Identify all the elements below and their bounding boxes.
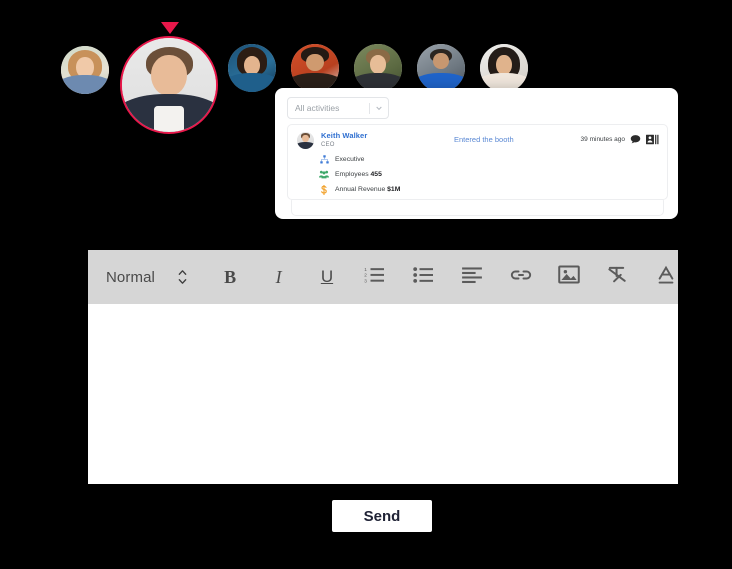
avatar-photo <box>122 38 216 132</box>
contact-card-icon[interactable] <box>646 134 659 145</box>
avatar-2-speaker[interactable] <box>120 36 218 134</box>
avatar-7[interactable] <box>480 44 528 92</box>
svg-text:2: 2 <box>365 272 368 277</box>
avatar-photo <box>354 44 402 92</box>
clear-format-button[interactable] <box>605 261 629 293</box>
align-left-icon <box>461 266 483 289</box>
bold-button[interactable]: B <box>218 261 242 293</box>
message-input[interactable] <box>88 304 678 484</box>
fact-executive: Executive <box>318 152 400 167</box>
link-button[interactable] <box>508 261 532 293</box>
activity-filter-select[interactable]: All activities <box>287 97 389 119</box>
svg-text:1: 1 <box>365 266 368 271</box>
send-button[interactable]: Send <box>332 500 432 532</box>
avatar-2-speaker-wrap <box>120 22 220 136</box>
people-icon <box>318 170 330 179</box>
avatar-photo <box>228 44 276 92</box>
activity-person: Keith Walker CEO <box>297 132 367 149</box>
fact-label-text: Employees <box>335 171 369 178</box>
activity-timestamp: 39 minutes ago <box>580 136 625 143</box>
avatar-photo <box>480 44 528 92</box>
avatar-3[interactable] <box>228 44 276 92</box>
fact-annual-revenue: Annual Revenue $1M <box>318 182 400 197</box>
activity-card[interactable]: Keith Walker CEO Entered the booth 39 mi… <box>287 124 668 200</box>
stepper-updown-icon[interactable] <box>177 261 188 293</box>
avatar-photo <box>417 44 465 92</box>
avatar-5[interactable] <box>354 44 402 92</box>
fact-label: Annual Revenue $1M <box>335 186 400 193</box>
bullet-list-icon <box>413 266 435 289</box>
avatar-4[interactable] <box>291 44 339 92</box>
chevron-down-icon <box>370 104 388 112</box>
avatar-photo <box>61 46 109 94</box>
activity-meta: 39 minutes ago <box>581 134 659 145</box>
underline-button[interactable]: U <box>315 261 339 293</box>
fact-employees: Employees 455 <box>318 167 400 182</box>
avatar-6[interactable] <box>417 44 465 92</box>
fact-value: 455 <box>370 171 382 178</box>
fact-label: Employees 455 <box>335 171 382 178</box>
ordered-list-button[interactable]: 1 2 3 <box>363 261 387 293</box>
ordered-list-icon: 1 2 3 <box>364 266 386 289</box>
image-icon <box>558 265 580 289</box>
avatar-1[interactable] <box>61 46 109 94</box>
fact-label: Executive <box>335 156 365 163</box>
dollar-icon <box>318 184 330 195</box>
text-color-button[interactable] <box>654 261 678 293</box>
link-icon <box>510 268 532 287</box>
text-color-icon <box>656 265 676 290</box>
chat-bubble-icon[interactable] <box>630 134 641 145</box>
message-editor: Normal B I U 1 2 3 <box>88 250 678 484</box>
avatar <box>297 132 314 149</box>
style-dropdown-label[interactable]: Normal <box>106 261 155 293</box>
svg-text:3: 3 <box>365 278 368 283</box>
italic-button[interactable]: I <box>266 261 290 293</box>
avatar-photo <box>291 44 339 92</box>
activity-panel: All activities Keith Walker CEO Entered … <box>275 88 678 219</box>
align-left-button[interactable] <box>460 261 484 293</box>
fact-value: $1M <box>387 186 401 193</box>
person-name: Keith Walker <box>321 131 368 140</box>
bullet-list-button[interactable] <box>412 261 436 293</box>
screen-root: All activities Keith Walker CEO Entered … <box>0 0 732 569</box>
editor-toolbar: Normal B I U 1 2 3 <box>88 250 678 304</box>
hierarchy-icon <box>318 155 330 164</box>
image-button[interactable] <box>557 261 581 293</box>
activity-facts: Executive Employees 455 Annual Revenue $… <box>318 152 400 197</box>
fact-label-text: Annual Revenue <box>335 186 386 193</box>
activity-event-link[interactable]: Entered the booth <box>454 135 514 144</box>
triangle-down-marker-icon <box>161 22 179 34</box>
person-names: Keith Walker CEO <box>321 132 367 148</box>
clear-formatting-icon <box>607 265 628 289</box>
activity-filter-value: All activities <box>295 103 340 113</box>
person-role: CEO <box>321 141 335 148</box>
